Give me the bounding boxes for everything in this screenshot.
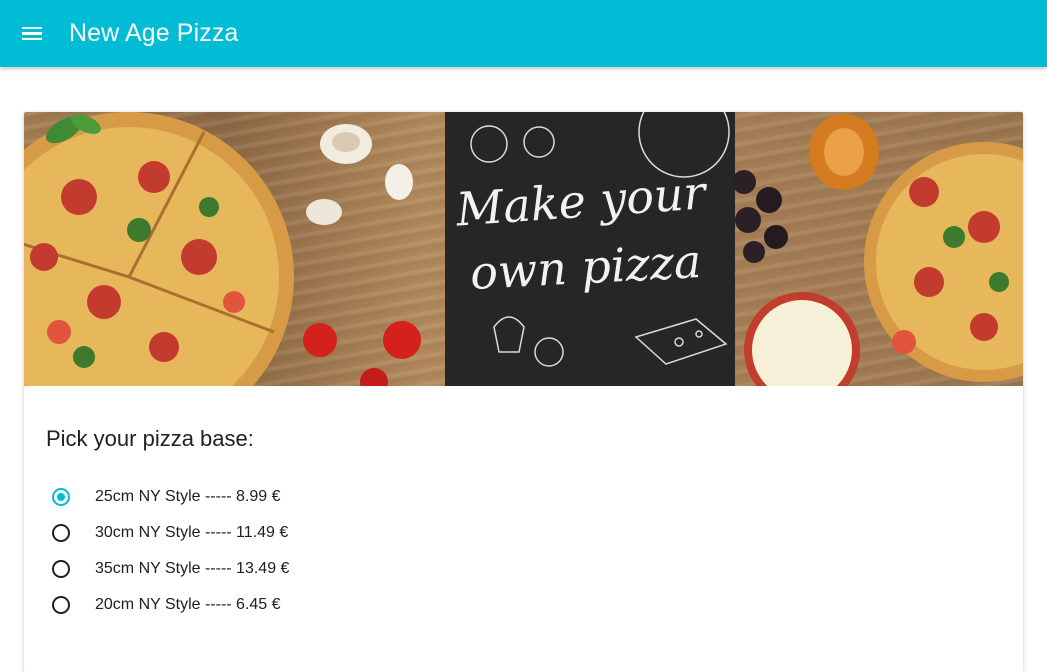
base-option-label: 35cm NY Style ----- 13.49 € [95, 560, 290, 577]
base-radio-group: 25cm NY Style ----- 8.99 € 30cm NY Style… [52, 479, 289, 623]
cheese-icon [744, 292, 860, 386]
pizza-banner-image: Make your own pizza [24, 112, 1023, 386]
radio-button[interactable] [52, 524, 70, 542]
right-pizza-icon [864, 142, 1023, 382]
base-picker-heading: Pick your pizza base: [46, 426, 254, 451]
radio-button[interactable] [52, 560, 70, 578]
olives-icon [732, 170, 788, 263]
menu-icon[interactable] [22, 25, 44, 43]
mushroom-icon [306, 124, 413, 225]
base-option-label: 25cm NY Style ----- 8.99 € [95, 488, 281, 505]
menu-icon-bar [22, 32, 42, 35]
pizza-card: Make your own pizza Pick your pizza base… [24, 112, 1023, 672]
left-pizza-icon [24, 112, 294, 386]
base-option-35cm[interactable]: 35cm NY Style ----- 13.49 € [52, 551, 289, 587]
base-option-30cm[interactable]: 30cm NY Style ----- 11.49 € [52, 515, 289, 551]
app-bar: New Age Pizza [0, 0, 1047, 67]
app-title: New Age Pizza [69, 19, 239, 47]
base-option-label: 30cm NY Style ----- 11.49 € [95, 524, 289, 541]
menu-icon-bar [22, 26, 42, 30]
tomato-icon [303, 321, 421, 386]
radio-button[interactable] [52, 596, 70, 614]
base-option-20cm[interactable]: 20cm NY Style ----- 6.45 € [52, 587, 289, 623]
onion-icon [809, 114, 879, 190]
radio-button-selected[interactable] [52, 488, 70, 506]
menu-icon-bar [22, 37, 42, 41]
base-option-25cm[interactable]: 25cm NY Style ----- 8.99 € [52, 479, 289, 515]
base-option-label: 20cm NY Style ----- 6.45 € [95, 596, 281, 613]
